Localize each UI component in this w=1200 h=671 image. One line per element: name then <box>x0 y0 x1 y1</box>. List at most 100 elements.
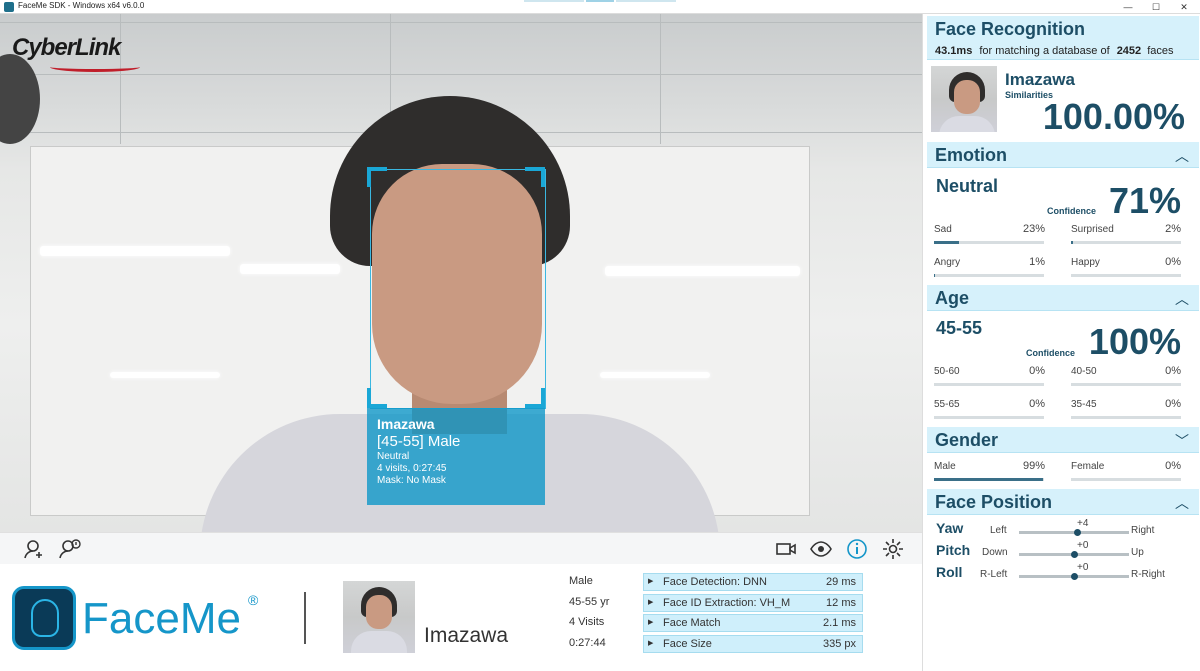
ceiling-grid <box>0 22 922 23</box>
chevron-up-icon[interactable]: ︿ <box>1175 493 1189 513</box>
stat-bar <box>1071 416 1181 419</box>
emotion-confidence-value: 71% <box>1108 180 1181 221</box>
bottom-info-bar: FaceMe ® Imazawa Male 45-55 yr 4 Visits … <box>0 564 922 671</box>
face-position-title: Face Position <box>935 492 1053 512</box>
light-reflection <box>110 372 220 378</box>
emotion-confidence-label: Confidence <box>1047 206 1097 216</box>
play-arrow-icon: ▶ <box>648 599 654 606</box>
gender-body: Male 99% Female 0% <box>927 455 1199 487</box>
light-reflection <box>40 246 230 256</box>
detection-corner <box>525 167 545 187</box>
yaw-left-label: Left <box>990 525 1007 536</box>
stat-bar <box>1071 241 1181 244</box>
pitch-value: +0 <box>1077 540 1089 551</box>
detection-corner <box>525 388 545 408</box>
stat-label: 55-65 <box>934 399 960 410</box>
stat-label: Surprised <box>1071 224 1114 235</box>
stat-bar <box>934 383 1044 386</box>
lamp <box>0 54 40 144</box>
yaw-knob[interactable] <box>1074 529 1082 536</box>
stat-label: 40-50 <box>1071 366 1097 377</box>
similarity-value: 100.00% <box>1042 96 1185 137</box>
eye-icon[interactable] <box>809 537 833 561</box>
perf-label: Face Size <box>663 638 712 650</box>
stat-label: Sad <box>934 224 952 235</box>
face-label-name: Imazawa <box>377 416 435 432</box>
roll-label: Roll <box>936 564 963 580</box>
ceiling-grid <box>660 14 661 144</box>
perf-label: Face Match <box>663 617 721 629</box>
tab-indicator <box>616 0 676 2</box>
add-face-icon[interactable] <box>22 537 46 561</box>
roll-value: +0 <box>1077 562 1089 573</box>
roll-knob[interactable] <box>1071 573 1078 580</box>
play-arrow-icon: ▶ <box>648 619 654 626</box>
face-recognition-body: Imazawa Similarities 100.00% <box>927 62 1199 140</box>
stat-bar <box>934 416 1044 419</box>
perf-value: 2.1 ms <box>822 617 856 629</box>
chevron-up-icon[interactable]: ︿ <box>1175 146 1189 166</box>
stat-value: 0% <box>1165 365 1181 377</box>
light-reflection <box>605 266 800 276</box>
camera-view: Imazawa [45-55] Male Neutral 4 visits, 0… <box>0 14 922 532</box>
age-top: 45-55 <box>936 318 983 338</box>
face-label-emotion: Neutral <box>377 451 410 462</box>
play-arrow-icon: ▶ <box>648 640 654 647</box>
recognized-face-thumbnail <box>343 581 415 653</box>
age-header[interactable]: Age ︿ <box>927 285 1199 311</box>
maximize-button[interactable]: ☐ <box>1146 0 1166 14</box>
detection-corner <box>367 167 387 187</box>
stat-label: Happy <box>1071 257 1100 268</box>
face-recognition-header: Face Recognition 43.1ms for matching a d… <box>927 16 1199 60</box>
stat-value: 99% <box>1022 460 1045 472</box>
camera-icon[interactable] <box>774 537 798 561</box>
yaw-right-label: Right <box>1131 525 1155 536</box>
age-title: Age <box>935 288 970 308</box>
title-bar: FaceMe SDK - Windows x64 v6.0.0 — ☐ ✕ <box>0 0 1200 14</box>
perf-value: 29 ms <box>826 576 856 588</box>
attr-visits: 4 Visits <box>569 616 605 628</box>
stat-value: 1% <box>1029 256 1045 268</box>
yaw-value: +4 <box>1077 518 1089 529</box>
close-button[interactable]: ✕ <box>1174 0 1194 14</box>
stat-label: Angry <box>934 257 961 268</box>
face-label-visits: 4 visits, 0:27:45 <box>377 463 447 474</box>
stat-value: 23% <box>1022 223 1045 235</box>
divider <box>304 592 306 644</box>
gender-header[interactable]: Gender ﹀ <box>927 427 1199 453</box>
detection-corner <box>367 388 387 408</box>
stat-value: 0% <box>1029 365 1045 377</box>
perf-value: 335 px <box>822 638 856 650</box>
pitch-knob[interactable] <box>1071 551 1078 558</box>
perf-row: ▶ Face Detection: DNN 29 ms <box>643 573 863 591</box>
recognition-stats: 43.1ms for matching a database of 2452 f… <box>935 45 1174 57</box>
stat-bar <box>934 274 1044 277</box>
face-position-header[interactable]: Face Position ︿ <box>927 489 1199 515</box>
camera-toolbar <box>0 532 922 564</box>
stat-value: 2% <box>1165 223 1181 235</box>
chevron-up-icon[interactable]: ︿ <box>1175 289 1189 309</box>
settings-icon[interactable] <box>881 537 905 561</box>
faceme-logo-icon <box>12 586 76 650</box>
minimize-button[interactable]: — <box>1118 0 1138 14</box>
emotion-header[interactable]: Emotion ︿ <box>927 142 1199 168</box>
face-position-body: Yaw Left +4 Right Pitch Down +0 Up Roll … <box>927 517 1199 597</box>
stat-value: 0% <box>1165 398 1181 410</box>
perf-row: ▶ Face ID Extraction: VH_M 12 ms <box>643 594 863 612</box>
face-detection-box <box>370 169 546 409</box>
perf-value: 12 ms <box>826 597 856 609</box>
play-arrow-icon: ▶ <box>648 578 654 585</box>
pitch-down-label: Down <box>982 547 1008 558</box>
attr-age: 45-55 yr <box>569 596 610 608</box>
window-title: FaceMe SDK - Windows x64 v6.0.0 <box>18 1 145 10</box>
roll-right-label: R-Right <box>1131 569 1165 580</box>
matched-face-thumbnail <box>931 66 997 132</box>
face-recognition-title: Face Recognition <box>935 19 1086 39</box>
attr-gender: Male <box>569 575 593 587</box>
faces-word: faces <box>1147 45 1174 57</box>
app-icon <box>4 2 14 12</box>
yaw-label: Yaw <box>936 520 964 536</box>
manage-faces-icon[interactable] <box>58 537 82 561</box>
info-icon[interactable] <box>845 537 869 561</box>
chevron-down-icon[interactable]: ﹀ <box>1175 431 1189 451</box>
